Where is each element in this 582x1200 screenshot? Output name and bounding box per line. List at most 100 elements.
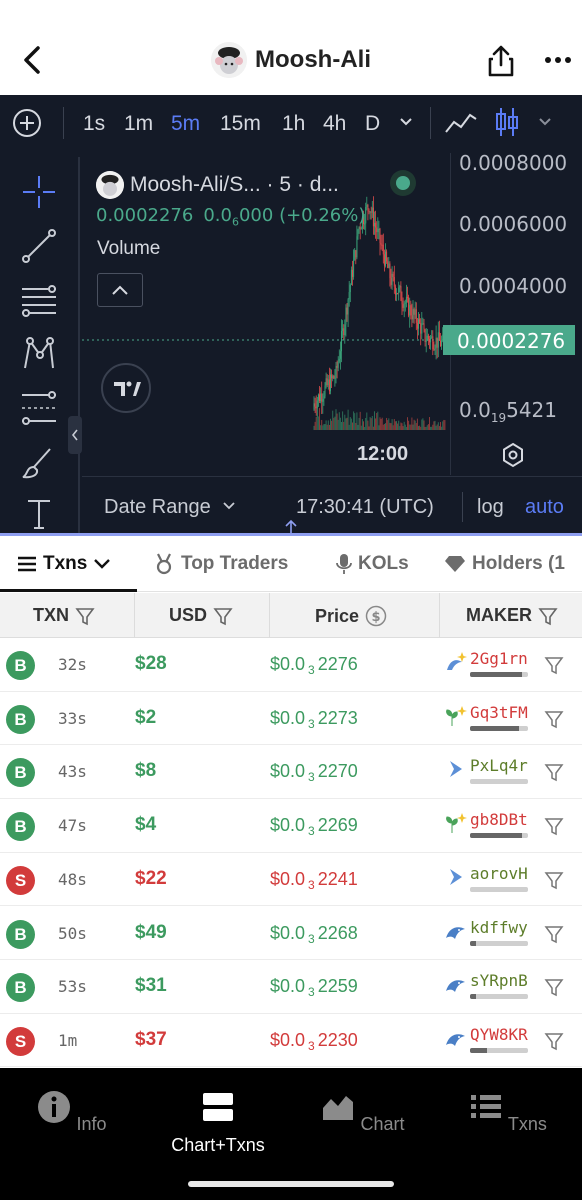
- nav-info[interactable]: Info: [12, 1090, 132, 1135]
- blue-chevron-icon: [444, 865, 468, 889]
- chevron-down-icon[interactable]: [398, 115, 414, 129]
- volume-bar: [361, 419, 363, 430]
- diamond-icon: [445, 556, 465, 572]
- col-txn[interactable]: TXN: [33, 605, 95, 626]
- volume-bar: [382, 424, 384, 430]
- volume-bar: [367, 420, 369, 430]
- log-scale-toggle[interactable]: log: [477, 496, 504, 519]
- volume-bar: [397, 423, 399, 430]
- pattern-icon[interactable]: [20, 335, 58, 373]
- tab-kols[interactable]: KOLs: [336, 553, 409, 575]
- timeframe-15m[interactable]: 15m: [220, 112, 261, 136]
- settings-hexagon-icon[interactable]: [499, 441, 527, 469]
- maker-address[interactable]: 2Gg1rn: [470, 649, 528, 668]
- volume-bar: [442, 421, 444, 430]
- volume-bar: [440, 422, 441, 430]
- filter-maker-icon[interactable]: [544, 762, 564, 782]
- txn-usd: $31: [135, 975, 167, 997]
- filter-icon[interactable]: [75, 606, 95, 626]
- line-chart-icon[interactable]: [444, 108, 478, 138]
- filter-maker-icon[interactable]: [544, 924, 564, 944]
- filter-icon[interactable]: [213, 606, 233, 626]
- trendline-icon[interactable]: [20, 227, 58, 265]
- forecast-icon[interactable]: [20, 389, 58, 427]
- table-row[interactable]: B 33s $2 $0.0 3 2273 Gq3tFM: [0, 691, 582, 746]
- timeframe-1s[interactable]: 1s: [83, 112, 105, 136]
- market-status-icon: [390, 170, 416, 196]
- date-range-chevron-icon[interactable]: [222, 500, 236, 512]
- more-options-icon[interactable]: [544, 54, 572, 66]
- maker-address[interactable]: aorovH: [470, 864, 528, 883]
- volume-bar: [377, 411, 379, 430]
- candle-body: [440, 340, 441, 347]
- volume-bar: [321, 419, 323, 430]
- table-row[interactable]: S 48s $22 $0.0 3 2241 aorovH: [0, 852, 582, 907]
- share-icon[interactable]: [486, 44, 516, 78]
- brush-icon[interactable]: [20, 443, 58, 481]
- table-row[interactable]: B 32s $28 $0.0 3 2276 2Gg1rn: [0, 638, 582, 692]
- filter-maker-icon[interactable]: [544, 709, 564, 729]
- maker-address[interactable]: kdffwy: [470, 918, 528, 937]
- maker-address[interactable]: Gq3tFM: [470, 703, 528, 722]
- add-indicator-icon[interactable]: [12, 108, 42, 138]
- candle-body: [387, 261, 389, 268]
- col-usd[interactable]: USD: [169, 605, 233, 626]
- maker-address[interactable]: gb8DBt: [470, 810, 528, 829]
- timeframe-1m[interactable]: 1m: [124, 112, 153, 136]
- candle-body: [316, 400, 318, 409]
- nav-chart[interactable]: Chart: [303, 1090, 423, 1135]
- blue-chevron-icon: [444, 757, 468, 781]
- collapse-legend-button[interactable]: [97, 273, 143, 307]
- txn-price: $0.0 3 2269: [270, 815, 358, 839]
- text-tool-icon[interactable]: [20, 495, 58, 533]
- txn-age: 43s: [58, 762, 87, 782]
- table-row[interactable]: B 50s $49 $0.0 3 2268 kdffwy: [0, 906, 582, 961]
- maker-address[interactable]: sYRpnB: [470, 971, 528, 990]
- txn-list: B 32s $28 $0.0 3 2276 2Gg1rn B 33s $2 $0.0 3 2273 Gq3…: [0, 638, 582, 1068]
- table-row[interactable]: S 1m $37 $0.0 3 2230 QYW8KR: [0, 1013, 582, 1068]
- table-row[interactable]: B 43s $8 $0.0 3 2270 PxLq4r: [0, 745, 582, 799]
- filter-maker-icon[interactable]: [544, 816, 564, 836]
- timeframe-d[interactable]: D: [365, 112, 380, 136]
- candle-body: [334, 377, 336, 379]
- fib-retracement-icon[interactable]: [20, 281, 58, 319]
- timeframe-4h[interactable]: 4h: [323, 112, 346, 136]
- candle-body: [405, 296, 407, 303]
- dollar-circle-icon[interactable]: $: [365, 605, 387, 627]
- tab-top-traders[interactable]: Top Traders: [153, 553, 288, 575]
- date-range-button[interactable]: Date Range: [104, 496, 211, 519]
- candle-body: [356, 236, 358, 258]
- candle-body: [382, 244, 384, 255]
- timeframe-5m[interactable]: 5m: [171, 112, 200, 136]
- tab-holders[interactable]: Holders (1: [444, 553, 565, 575]
- volume-bar: [410, 424, 412, 430]
- chart-type-chevron-icon[interactable]: [537, 115, 553, 129]
- maker-address[interactable]: PxLq4r: [470, 756, 528, 775]
- auto-scale-toggle[interactable]: auto: [525, 496, 564, 519]
- col-price[interactable]: Price $: [315, 605, 387, 627]
- crosshair-icon[interactable]: [20, 173, 58, 211]
- filter-maker-icon[interactable]: [544, 870, 564, 890]
- table-row[interactable]: B 53s $31 $0.0 3 2259 sYRpnB: [0, 960, 582, 1014]
- filter-maker-icon[interactable]: [544, 655, 564, 675]
- candle-body: [393, 277, 395, 287]
- volume-bar: [363, 421, 364, 430]
- maker-address[interactable]: QYW8KR: [470, 1025, 528, 1044]
- chart-legend: Moosh-Ali/S... · 5 · d...: [96, 170, 339, 200]
- collapse-toolbar-handle[interactable]: [68, 416, 82, 454]
- candlestick-icon[interactable]: [493, 105, 521, 139]
- chevron-up-icon: [112, 285, 128, 295]
- txn-price: $0.0 3 2259: [270, 976, 358, 1000]
- filter-maker-icon[interactable]: [544, 977, 564, 997]
- nav-txns[interactable]: Txns: [448, 1090, 568, 1135]
- filter-icon[interactable]: [538, 606, 558, 626]
- candle-body: [408, 297, 410, 316]
- table-row[interactable]: B 47s $4 $0.0 3 2269 gb8DBt: [0, 799, 582, 853]
- candle-body: [415, 309, 417, 323]
- timeframe-1h[interactable]: 1h: [282, 112, 305, 136]
- buy-badge: B: [6, 919, 35, 949]
- col-maker[interactable]: MAKER: [466, 605, 558, 626]
- nav-chart-txns[interactable]: Chart+Txns: [158, 1090, 278, 1156]
- tab-txns[interactable]: Txns: [17, 553, 111, 575]
- filter-maker-icon[interactable]: [544, 1031, 564, 1051]
